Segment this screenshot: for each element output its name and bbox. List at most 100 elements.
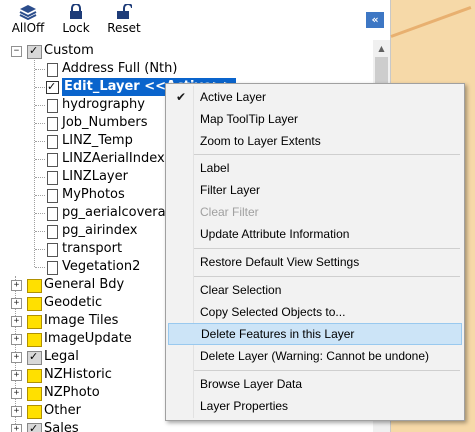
menu-item-label: Active Layer — [200, 90, 267, 104]
menu-item-label: Filter Layer — [200, 183, 261, 197]
layer-label: MyPhotos — [62, 187, 125, 202]
layer-label: pg_airindex — [62, 223, 138, 238]
layer-label: LINZAerialIndex — [62, 151, 165, 166]
menu-item-label: Clear Filter — [200, 205, 259, 219]
tree-connector-line — [35, 87, 45, 88]
group-label: Sales — [44, 421, 79, 432]
menu-item-label[interactable]: Label — [168, 157, 462, 179]
reset-button[interactable]: Reset — [104, 4, 144, 36]
expand-expander-icon[interactable]: + — [11, 334, 22, 345]
group-label: NZPhoto — [44, 385, 100, 400]
check-icon: ✓ — [29, 350, 39, 363]
folder-icon — [27, 405, 42, 419]
lock-icon — [70, 4, 82, 19]
layer-label: transport — [62, 241, 123, 256]
unlock-icon — [117, 4, 132, 19]
menu-item-layer-properties[interactable]: Layer Properties — [168, 395, 462, 417]
layer-checkbox[interactable] — [46, 78, 59, 96]
menu-separator — [194, 248, 460, 249]
menu-separator — [194, 154, 460, 155]
expand-expander-icon[interactable]: + — [11, 280, 22, 291]
expand-expander-icon[interactable]: + — [11, 388, 22, 399]
tree-connector-line — [35, 159, 45, 160]
menu-item-label: Zoom to Layer Extents — [200, 134, 321, 148]
menu-item-zoom-to-layer-extents[interactable]: Zoom to Layer Extents — [168, 130, 462, 152]
tree-connector-line — [35, 105, 45, 106]
layer-page-icon[interactable] — [47, 207, 58, 221]
menu-item-copy-selected-objects-to[interactable]: Copy Selected Objects to... — [168, 301, 462, 323]
scroll-up-arrow-icon[interactable]: ▲ — [373, 40, 390, 57]
check-icon: ✓ — [29, 422, 39, 432]
menu-item-clear-selection[interactable]: Clear Selection — [168, 279, 462, 301]
menu-item-restore-default-view-settings[interactable]: Restore Default View Settings — [168, 251, 462, 273]
collapse-expander-icon[interactable]: − — [11, 46, 22, 57]
menu-item-label: Copy Selected Objects to... — [200, 305, 346, 319]
folder-icon: ✓ — [27, 422, 42, 432]
layer-page-icon[interactable] — [47, 225, 58, 239]
menu-separator — [194, 370, 460, 371]
menu-item-active-layer[interactable]: ✔ Active Layer — [168, 86, 462, 108]
checkmark-icon: ✔ — [176, 90, 187, 104]
folder-icon — [27, 315, 42, 329]
layer-page-icon[interactable] — [47, 261, 58, 275]
tree-connector-line — [35, 231, 45, 232]
tree-connector-line — [35, 195, 45, 196]
menu-item-label: Delete Features in this Layer — [201, 327, 355, 341]
folder-icon — [27, 387, 42, 401]
tree-connector-line — [35, 249, 45, 250]
layer-page-icon[interactable] — [47, 99, 58, 113]
alloff-button[interactable]: AllOff — [8, 4, 48, 36]
expand-expander-icon[interactable]: + — [11, 298, 22, 309]
tree-connector-line — [35, 267, 45, 268]
tree-node-custom[interactable]: − ✓ Custom — [0, 42, 373, 60]
expand-expander-icon[interactable]: + — [11, 370, 22, 381]
menu-item-clear-filter: Clear Filter — [168, 201, 462, 223]
tree-node-label: Custom — [44, 43, 94, 58]
expand-expander-icon[interactable]: + — [11, 406, 22, 417]
layer-page-icon[interactable] — [47, 171, 58, 185]
expand-expander-icon[interactable]: + — [11, 316, 22, 327]
folder-icon — [27, 297, 42, 311]
group-label: Other — [44, 403, 81, 418]
menu-item-label: Map ToolTip Layer — [200, 112, 299, 126]
expand-expander-icon[interactable]: + — [11, 424, 22, 432]
layer-page-icon[interactable] — [47, 189, 58, 203]
tree-connector-line — [35, 141, 45, 142]
tree-connector-line — [35, 177, 45, 178]
layer-label: LINZ_Temp — [62, 133, 133, 148]
layer-page-icon[interactable] — [47, 63, 58, 77]
menu-item-browse-layer-data[interactable]: Browse Layer Data — [168, 373, 462, 395]
map-road-line — [390, 6, 472, 38]
expand-expander-icon[interactable]: + — [11, 352, 22, 363]
layer-page-icon[interactable] — [47, 135, 58, 149]
menu-item-map-tooltip-layer[interactable]: Map ToolTip Layer — [168, 108, 462, 130]
menu-item-label: Browse Layer Data — [200, 377, 303, 391]
tree-connector-line — [35, 123, 45, 124]
group-label: NZHistoric — [44, 367, 112, 382]
menu-item-label: Restore Default View Settings — [200, 255, 360, 269]
layer-toolbar: AllOff Lock Reset « — [0, 0, 390, 38]
check-icon: ✓ — [29, 44, 39, 57]
group-label: Image Tiles — [44, 313, 119, 328]
layer-page-icon[interactable] — [47, 117, 58, 131]
tree-group-node[interactable]: + ✓ Sales — [0, 420, 373, 432]
tree-layer-item[interactable]: Address Full (Nth) — [0, 60, 373, 78]
layer-context-menu: ✔ Active Layer Map ToolTip Layer Zoom to La… — [165, 83, 465, 421]
menu-item-delete-features-in-this-layer[interactable]: Delete Features in this Layer — [168, 323, 462, 345]
layer-label: pg_aerialcoverage — [62, 205, 182, 220]
folder-icon: ✓ — [27, 44, 42, 59]
menu-separator — [194, 276, 460, 277]
layer-label: Vegetation2 — [62, 259, 141, 274]
lock-button[interactable]: Lock — [58, 4, 94, 36]
menu-item-filter-layer[interactable]: Filter Layer — [168, 179, 462, 201]
menu-item-update-attribute-information[interactable]: Update Attribute Information — [168, 223, 462, 245]
alloff-label: AllOff — [11, 21, 45, 35]
lock-label: Lock — [62, 21, 90, 35]
collapse-panel-button[interactable]: « — [366, 12, 384, 28]
layer-page-icon[interactable] — [47, 153, 58, 167]
group-label: Geodetic — [44, 295, 103, 310]
group-label: General Bdy — [44, 277, 125, 292]
menu-item-delete-layer-warning-cannot-be-undone[interactable]: Delete Layer (Warning: Cannot be undone) — [168, 345, 462, 367]
layer-page-icon[interactable] — [47, 243, 58, 257]
tree-connector-line — [35, 213, 45, 214]
